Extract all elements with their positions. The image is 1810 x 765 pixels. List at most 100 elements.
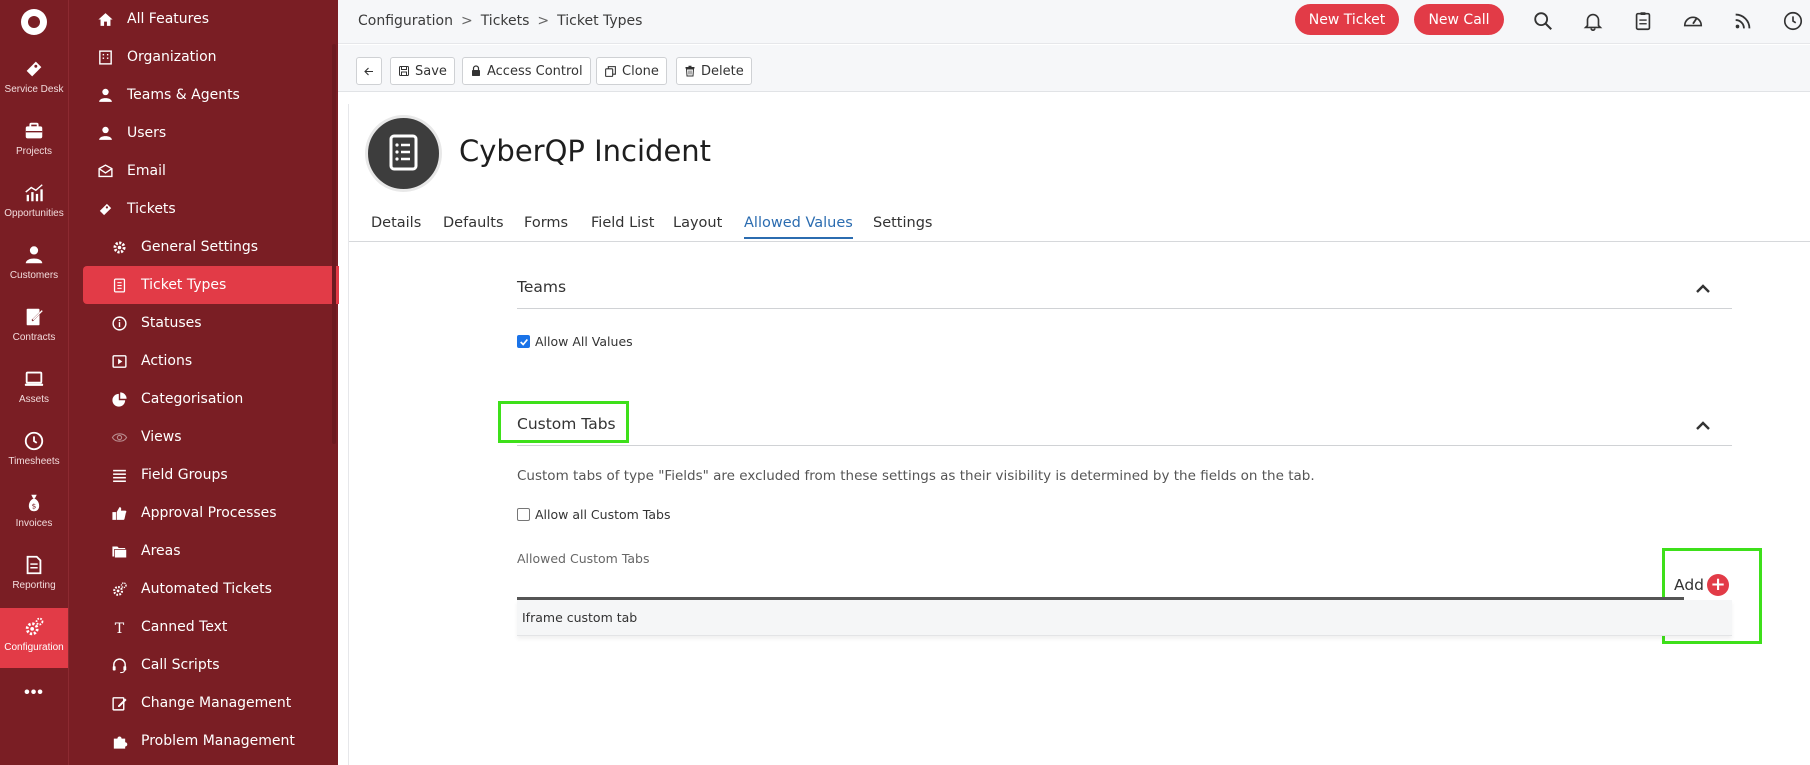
menu-item-label: Actions — [141, 353, 193, 369]
custom-tabs-allow-all[interactable]: Allow all Custom Tabs — [517, 507, 670, 522]
rail-label: Customers — [9, 270, 59, 281]
allowed-custom-tabs-label: Allowed Custom Tabs — [517, 551, 650, 566]
tab-allowed-values[interactable]: Allowed Values — [744, 215, 853, 239]
save-button[interactable]: Save — [390, 57, 455, 85]
teams-section-title: Teams — [517, 278, 567, 296]
menu-item-change-management[interactable]: Change Management — [109, 684, 291, 722]
custom-tabs-allow-all-checkbox[interactable] — [517, 508, 530, 521]
menu-item-approval-processes[interactable]: Approval Processes — [109, 494, 277, 532]
menu-item-label: Tickets — [127, 201, 176, 217]
menu-item-all-features[interactable]: All Features — [95, 0, 209, 38]
menu-item-areas[interactable]: Areas — [109, 532, 181, 570]
menu-item-users[interactable]: Users — [95, 114, 166, 152]
section-divider — [517, 308, 1732, 309]
menu-item-statuses[interactable]: Statuses — [109, 304, 202, 342]
chevron-up-icon[interactable] — [1695, 281, 1711, 297]
menu-item-ticket-types[interactable]: Ticket Types — [83, 266, 339, 304]
teams-allow-all-checkbox[interactable] — [517, 335, 530, 348]
laptop-icon — [24, 371, 44, 386]
menu-scrollbar[interactable] — [332, 44, 336, 444]
delete-label: Delete — [701, 63, 744, 79]
access-control-button[interactable]: Access Control — [462, 57, 591, 85]
mail-icon — [95, 161, 115, 181]
breadcrumb-configuration[interactable]: Configuration — [358, 13, 453, 29]
menu-item-label: Areas — [141, 543, 181, 559]
rail-item-opportunities[interactable]: Opportunities — [0, 174, 68, 232]
teams-allow-all-label: Allow All Values — [535, 334, 633, 349]
rail-item-timesheets[interactable]: Timesheets — [0, 422, 68, 480]
rail-item-projects[interactable]: Projects — [0, 112, 68, 170]
svg-text:T: T — [114, 621, 124, 636]
list-item[interactable]: Iframe custom tab — [517, 600, 1732, 636]
menu-item-automated-tickets[interactable]: Automated Tickets — [109, 570, 272, 608]
trash-icon — [685, 65, 695, 77]
tab-details[interactable]: Details — [371, 215, 421, 237]
tab-settings[interactable]: Settings — [873, 215, 932, 237]
rss-icon[interactable] — [1732, 10, 1754, 32]
config-menu: All Features Organization Teams & Agents… — [68, 0, 339, 765]
menu-item-organization[interactable]: Organization — [95, 38, 217, 76]
tab-defaults[interactable]: Defaults — [443, 215, 504, 237]
tab-field-list[interactable]: Field List — [591, 215, 654, 237]
floppy-icon — [399, 66, 409, 76]
rail-item-customers[interactable]: Customers — [0, 236, 68, 294]
gear-icon — [109, 237, 129, 257]
ticket-icon — [26, 61, 42, 77]
rail-label: Configuration — [4, 642, 64, 653]
person-icon — [25, 246, 43, 264]
tab-layout[interactable]: Layout — [673, 215, 722, 237]
bell-icon[interactable] — [1582, 10, 1604, 32]
rail-label: Assets — [18, 394, 49, 405]
rail-item-service-desk[interactable]: Service Desk — [0, 50, 68, 108]
folder-icon — [109, 541, 129, 561]
rail-label: Timesheets — [8, 456, 60, 467]
menu-item-tickets[interactable]: Tickets — [95, 190, 176, 228]
custom-tabs-allow-all-label: Allow all Custom Tabs — [535, 507, 671, 522]
chevron-up-icon[interactable] — [1695, 418, 1711, 434]
menu-item-categorisation[interactable]: Categorisation — [109, 380, 243, 418]
rail-item-invoices[interactable]: $ Invoices — [0, 484, 68, 542]
clone-button[interactable]: Clone — [596, 57, 667, 85]
person-icon — [95, 123, 115, 143]
new-ticket-button[interactable]: New Ticket — [1295, 4, 1399, 35]
menu-item-actions[interactable]: Actions — [109, 342, 192, 380]
new-call-button[interactable]: New Call — [1414, 4, 1504, 35]
clock-icon[interactable] — [1782, 10, 1804, 32]
rail-item-configuration[interactable]: Configuration — [0, 608, 68, 668]
menu-item-call-scripts[interactable]: Call Scripts — [109, 646, 219, 684]
rail-item-assets[interactable]: Assets — [0, 360, 68, 418]
pie-icon — [109, 389, 129, 409]
delete-button[interactable]: Delete — [676, 57, 752, 85]
highlight-box — [498, 401, 629, 443]
main-content: CyberQP Incident Details Defaults Forms … — [348, 104, 1810, 765]
menu-item-email[interactable]: Email — [95, 152, 166, 190]
chart-icon — [25, 184, 43, 202]
headset-icon — [109, 655, 129, 675]
menu-item-general-settings[interactable]: General Settings — [109, 228, 258, 266]
rail-item-reporting[interactable]: Reporting — [0, 546, 68, 604]
app-logo[interactable] — [21, 9, 47, 35]
menu-item-label: Organization — [127, 49, 217, 65]
teams-allow-all[interactable]: Allow All Values — [517, 334, 633, 349]
access-control-label: Access Control — [487, 63, 583, 79]
eye-icon — [109, 427, 129, 447]
breadcrumb-tickets[interactable]: Tickets — [481, 13, 530, 29]
menu-item-canned-text[interactable]: T Canned Text — [109, 608, 227, 646]
search-icon[interactable] — [1532, 10, 1554, 32]
menu-item-teams-agents[interactable]: Teams & Agents — [95, 76, 240, 114]
rail-item-contracts[interactable]: Contracts — [0, 298, 68, 356]
clipboard-icon[interactable] — [1632, 10, 1654, 32]
rail-label: Opportunities — [4, 208, 64, 219]
back-button[interactable] — [356, 57, 382, 85]
tab-forms[interactable]: Forms — [524, 215, 568, 237]
menu-item-label: General Settings — [141, 239, 259, 255]
menu-item-views[interactable]: Views — [109, 418, 182, 456]
menu-item-field-groups[interactable]: Field Groups — [109, 456, 228, 494]
rail-label: Service Desk — [4, 84, 64, 95]
menu-item-label: Email — [127, 163, 166, 179]
menu-item-label: Categorisation — [141, 391, 244, 407]
top-bar: Configuration > Tickets > Ticket Types New T… — [338, 0, 1810, 44]
menu-item-problem-management[interactable]: Problem Management — [109, 722, 295, 760]
dashboard-icon[interactable] — [1682, 10, 1704, 32]
more-icon[interactable]: ••• — [0, 684, 68, 702]
